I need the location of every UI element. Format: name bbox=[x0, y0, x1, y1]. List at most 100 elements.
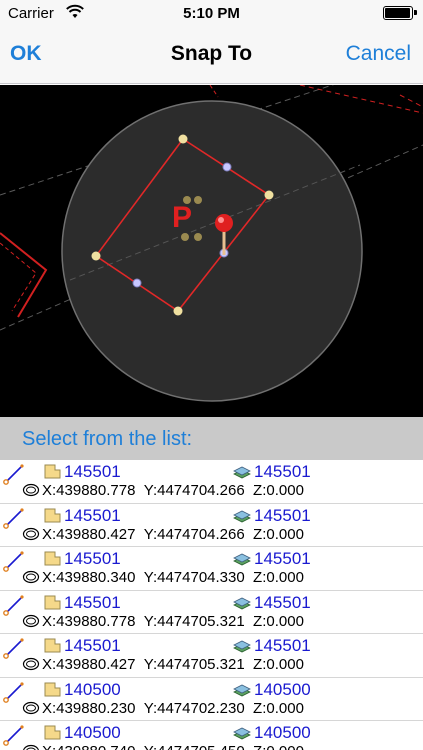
list-item[interactable]: 145501 145501 X:439880.427 Y:4474705.321… bbox=[0, 634, 423, 678]
item-layer: 145501 bbox=[254, 462, 311, 481]
polygon-midpoint[interactable] bbox=[132, 278, 142, 288]
layers-icon bbox=[233, 684, 251, 696]
navigation-bar: OK Snap To Cancel bbox=[0, 26, 423, 84]
line-segment-icon bbox=[3, 464, 24, 485]
polygon-vertex[interactable] bbox=[173, 306, 183, 316]
layers-icon bbox=[233, 510, 251, 522]
item-coordinates: X:439880.427 Y:4474705.321 Z:0.000 bbox=[42, 656, 304, 673]
polygon-icon bbox=[22, 657, 40, 671]
ok-button[interactable]: OK bbox=[10, 42, 42, 66]
status-time: 5:10 PM bbox=[183, 5, 240, 22]
battery-icon bbox=[383, 6, 417, 20]
item-z: Z:0.000 bbox=[253, 482, 304, 499]
list-item[interactable]: 145501 145501 X:439880.778 Y:4474704.266… bbox=[0, 460, 423, 504]
folder-icon bbox=[44, 725, 61, 740]
list-item[interactable]: 145501 145501 X:439880.778 Y:4474705.321… bbox=[0, 591, 423, 634]
line-segment-icon bbox=[3, 725, 24, 746]
item-y: Y:4474704.330 bbox=[143, 569, 245, 586]
item-name: 145501 bbox=[64, 505, 121, 525]
line-segment-icon bbox=[3, 594, 24, 616]
item-x: X:439880.230 bbox=[42, 699, 136, 717]
folder-icon bbox=[44, 464, 61, 479]
layers-icon bbox=[233, 640, 251, 653]
background-polygon-edge bbox=[209, 85, 219, 98]
magnifier-circle bbox=[61, 100, 363, 402]
list-item[interactable]: 145501 145501 X:439880.340 Y:4474704.330… bbox=[0, 547, 423, 591]
item-coordinates: X:439880.427 Y:4474704.266 Z:0.000 bbox=[42, 526, 304, 543]
item-z: Z:0.000 bbox=[253, 612, 304, 630]
list-item[interactable]: 140500 140500 X:439880.230 Y:4474702.230… bbox=[0, 678, 423, 721]
polygon-icon bbox=[22, 483, 40, 497]
map-view[interactable]: P bbox=[0, 85, 423, 417]
item-coordinates: X:439880.778 Y:4474705.321 Z:0.000 bbox=[42, 613, 304, 630]
cancel-button[interactable]: Cancel bbox=[346, 42, 411, 66]
item-x: X:439880.427 bbox=[42, 525, 136, 543]
item-z: Z:0.000 bbox=[253, 569, 304, 586]
polygon-vertex[interactable] bbox=[91, 251, 101, 261]
polygon-vertex[interactable] bbox=[178, 134, 188, 144]
item-name: 145501 bbox=[64, 462, 121, 481]
item-name: 145501 bbox=[64, 549, 121, 568]
polygon-icon bbox=[22, 570, 40, 584]
background-polygon-edge bbox=[399, 94, 423, 108]
polygon-midpoint[interactable] bbox=[222, 162, 232, 172]
list-header: Select from the list: bbox=[0, 417, 423, 460]
snap-candidates-list[interactable]: 145501 145501 X:439880.778 Y:4474704.266… bbox=[0, 460, 423, 750]
item-x: X:439880.340 bbox=[42, 569, 136, 586]
item-coordinates: X:439880.740 Y:4474705.450 Z:0.000 bbox=[42, 743, 304, 750]
item-layer: 145501 bbox=[254, 549, 311, 568]
background-polygon-edge bbox=[0, 242, 37, 312]
item-z: Z:0.000 bbox=[253, 743, 304, 750]
point-dot bbox=[183, 196, 191, 204]
polygon-icon bbox=[22, 701, 40, 714]
item-layer: 145501 bbox=[254, 636, 311, 655]
point-dot bbox=[194, 196, 202, 204]
layers-icon bbox=[233, 727, 251, 740]
background-polygon-edge bbox=[299, 85, 423, 114]
item-z: Z:0.000 bbox=[253, 525, 304, 543]
folder-icon bbox=[44, 638, 61, 653]
folder-icon bbox=[44, 682, 61, 696]
layers-icon bbox=[233, 553, 251, 566]
polygon-icon bbox=[23, 744, 39, 750]
map-canvas[interactable]: P bbox=[0, 85, 423, 417]
item-name: 145501 bbox=[64, 592, 121, 612]
point-dot bbox=[181, 233, 189, 241]
folder-icon bbox=[44, 595, 61, 609]
item-x: X:439880.740 bbox=[42, 743, 135, 750]
polygon-icon bbox=[22, 527, 40, 540]
layers-icon bbox=[233, 597, 251, 609]
item-y: Y:4474702.230 bbox=[143, 699, 245, 717]
item-y: Y:4474705.450 bbox=[144, 743, 245, 750]
item-coordinates: X:439880.230 Y:4474702.230 Z:0.000 bbox=[42, 700, 304, 717]
item-layer: 145501 bbox=[254, 505, 311, 525]
item-y: Y:4474704.266 bbox=[143, 525, 245, 543]
item-y: Y:4474704.266 bbox=[143, 482, 245, 499]
item-name: 140500 bbox=[64, 679, 121, 699]
item-name: 140500 bbox=[64, 723, 121, 742]
item-layer: 140500 bbox=[254, 723, 311, 742]
polygon-vertex[interactable] bbox=[264, 190, 274, 200]
line-segment-icon bbox=[3, 638, 24, 659]
item-x: X:439880.427 bbox=[42, 656, 136, 673]
list-item[interactable]: 145501 145501 X:439880.427 Y:4474704.266… bbox=[0, 504, 423, 547]
layers-icon bbox=[233, 466, 251, 479]
point-label: P bbox=[172, 201, 192, 234]
list-header-label: Select from the list: bbox=[22, 428, 193, 450]
item-z: Z:0.000 bbox=[253, 656, 304, 673]
item-x: X:439880.778 bbox=[42, 612, 136, 630]
list-item[interactable]: 140500 140500 X:439880.740 Y:4474705.450… bbox=[0, 721, 423, 750]
item-layer: 140500 bbox=[254, 679, 311, 699]
item-z: Z:0.000 bbox=[253, 699, 304, 717]
item-coordinates: X:439880.340 Y:4474704.330 Z:0.000 bbox=[42, 569, 304, 586]
item-name: 145501 bbox=[64, 636, 121, 655]
item-y: Y:4474705.321 bbox=[143, 612, 245, 630]
background-polygon bbox=[0, 232, 48, 318]
item-y: Y:4474705.321 bbox=[143, 656, 245, 673]
status-bar: Carrier 5:10 PM bbox=[0, 0, 423, 26]
line-segment-icon bbox=[3, 551, 24, 572]
item-x: X:439880.778 bbox=[42, 482, 136, 499]
polygon-icon bbox=[22, 614, 40, 627]
point-dot bbox=[194, 233, 202, 241]
line-segment-icon bbox=[3, 507, 24, 529]
